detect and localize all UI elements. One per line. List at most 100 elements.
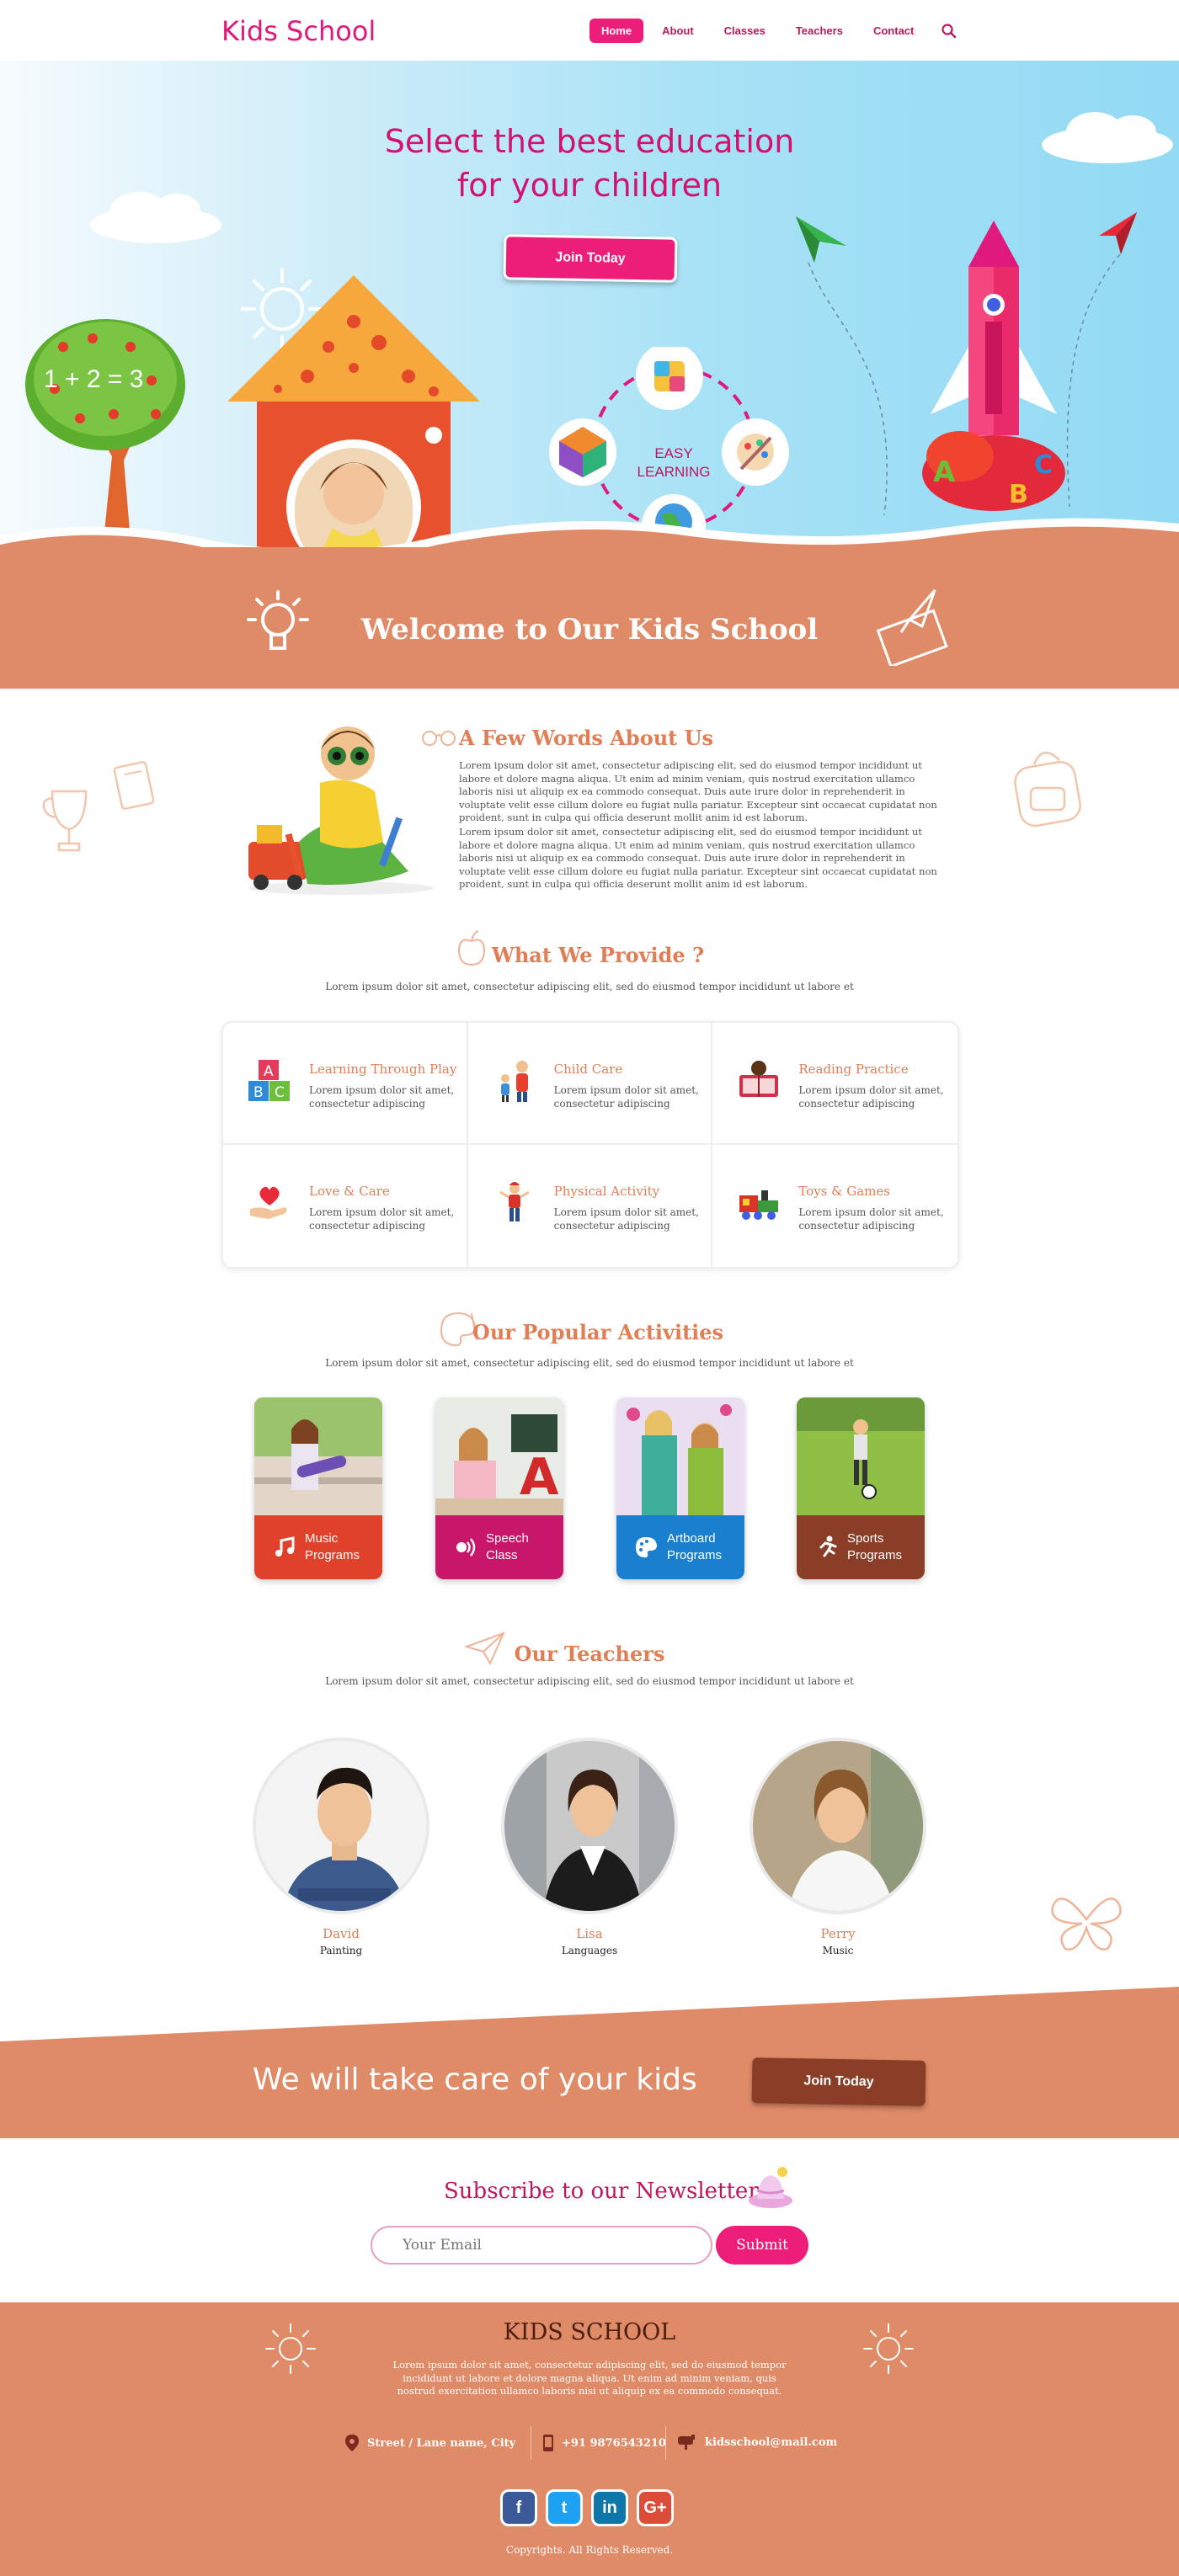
service-title: Love & Care: [309, 1184, 390, 1199]
running-icon: [819, 1535, 837, 1557]
facebook-icon[interactable]: f: [500, 2489, 537, 2526]
easy-line-1: EASY: [654, 445, 693, 461]
teacher-name: Perry: [820, 1926, 856, 1941]
about-paragraph-1: Lorem ipsum dolor sit amet, consectetur …: [459, 759, 937, 823]
tree-math-text: 1 + 2 = 3: [44, 365, 144, 393]
teacher-card[interactable]: David Painting: [253, 1738, 429, 1956]
svg-text:B: B: [253, 1084, 264, 1101]
footer-address: Street / Lane name, City: [345, 2435, 515, 2451]
notebook-icon: [113, 761, 155, 810]
nav-teachers[interactable]: Teachers: [784, 19, 855, 43]
provide-title: What We Provide ?: [491, 943, 705, 967]
email-input[interactable]: [371, 2226, 712, 2265]
svg-text:A: A: [520, 1448, 559, 1507]
activity-card[interactable]: Music Programs: [254, 1397, 382, 1579]
nav-home[interactable]: Home: [590, 19, 644, 43]
paper-plane-icon: [796, 216, 846, 263]
divider: [665, 2426, 666, 2460]
activity-label: Artboard Programs: [667, 1530, 739, 1564]
google-plus-icon[interactable]: G+: [637, 2489, 674, 2526]
hero-title-line-1: Select the best education: [384, 123, 795, 160]
activity-label: Speech Class: [486, 1530, 558, 1564]
activity-label-line-2: Programs: [847, 1548, 903, 1562]
nav-contact[interactable]: Contact: [862, 19, 926, 43]
butterfly-icon: [1051, 1897, 1122, 1951]
service-title: Child Care: [553, 1062, 623, 1077]
svg-text:C: C: [275, 1084, 285, 1101]
abc-blocks-icon: AB C: [248, 1060, 290, 1101]
search-icon[interactable]: [941, 23, 958, 40]
copyright: Copyrights. All Rights Reserved.: [505, 2544, 674, 2556]
activity-label-line-2: Programs: [305, 1548, 360, 1562]
activities-subtitle: Lorem ipsum dolor sit amet, consectetur …: [325, 1357, 854, 1369]
dashed-trail: [808, 263, 888, 515]
teacher-name: David: [323, 1926, 360, 1941]
hero-join-button[interactable]: Join Today: [503, 234, 678, 283]
child-exercise-icon: [499, 1182, 530, 1221]
teacher-photo: [750, 1738, 926, 1914]
service-desc: Lorem ipsum dolor sit amet, consectetur …: [309, 1084, 455, 1110]
subscribe-button[interactable]: Submit: [716, 2226, 808, 2265]
easy-learning-label: EASY LEARNING: [606, 444, 741, 482]
nav-classes[interactable]: Classes: [712, 19, 777, 43]
location-pin-icon: [345, 2435, 359, 2451]
activity-label-line-1: Artboard: [667, 1531, 716, 1546]
address-text: Street / Lane name, City: [367, 2436, 516, 2450]
nav-about[interactable]: About: [650, 19, 706, 43]
glasses-icon: [422, 731, 456, 746]
phone-icon: [543, 2435, 553, 2451]
teachers-subtitle: Lorem ipsum dolor sit amet, consectetur …: [325, 1675, 854, 1687]
artboard-photo: [616, 1397, 744, 1515]
svg-text:A: A: [264, 1063, 274, 1080]
teacher-card[interactable]: Lisa Languages: [501, 1738, 678, 1956]
hero-banner: 1 + 2 = 3 Join Today Select the best edu…: [0, 61, 1179, 557]
activity-card[interactable]: Sports Programs: [797, 1397, 925, 1579]
footer-phone[interactable]: +91 9876543210: [543, 2435, 666, 2451]
service-desc: Lorem ipsum dolor sit amet, consectetur …: [553, 1206, 699, 1232]
provide-subtitle: Lorem ipsum dolor sit amet, consectetur …: [325, 981, 854, 993]
service-card[interactable]: ABC Learning Through Play Lorem ipsum do…: [223, 1023, 468, 1145]
speech-icon: [456, 1538, 476, 1557]
activity-card[interactable]: A Speech Class: [435, 1397, 563, 1579]
activity-label-line-2: Class: [486, 1548, 518, 1562]
service-card[interactable]: Toys & Games Lorem ipsum dolor sit amet,…: [712, 1145, 958, 1267]
welcome-heading: Welcome to Our Kids School: [360, 613, 819, 647]
service-card[interactable]: Physical Activity Lorem ipsum dolor sit …: [468, 1145, 713, 1267]
twitter-icon[interactable]: t: [546, 2489, 583, 2526]
service-card[interactable]: Reading Practice Lorem ipsum dolor sit a…: [712, 1023, 958, 1145]
service-card[interactable]: Child Care Lorem ipsum dolor sit amet, c…: [467, 1023, 713, 1145]
activity-label: Music Programs: [305, 1530, 377, 1564]
teacher-photo: [253, 1738, 429, 1914]
service-desc: Lorem ipsum dolor sit amet, consectetur …: [309, 1206, 455, 1232]
sun-outline-icon: [265, 2323, 316, 2374]
teacher-subject: Painting: [319, 1945, 363, 1956]
book-rocket-icon: [876, 589, 948, 666]
services-grid: ABC Learning Through Play Lorem ipsum do…: [221, 1021, 959, 1269]
activity-label-line-2: Programs: [667, 1548, 723, 1562]
email-text: kidsschool@mail.com: [705, 2435, 838, 2449]
activity-label: Sports Programs: [847, 1530, 920, 1564]
site-logo[interactable]: Kids School: [221, 15, 376, 47]
hat-icon: [749, 2167, 792, 2208]
care-text: We will take care of your kids: [253, 2062, 697, 2097]
care-join-button[interactable]: Join Today: [751, 2057, 926, 2106]
footer-description: Lorem ipsum dolor sit amet, consectetur …: [392, 2359, 787, 2397]
service-card[interactable]: Love & Care Lorem ipsum dolor sit amet, …: [223, 1145, 468, 1267]
about-title: A Few Words About Us: [459, 726, 714, 750]
trophy-icon: [42, 790, 88, 852]
teacher-subject: Languages: [561, 1945, 618, 1956]
service-title: Physical Activity: [553, 1184, 660, 1199]
reading-icon: [739, 1061, 779, 1097]
activity-card[interactable]: Artboard Programs: [616, 1397, 744, 1579]
service-title: Toys & Games: [798, 1184, 890, 1199]
phone-text: +91 9876543210: [562, 2436, 666, 2450]
palette-icon: [636, 1537, 657, 1557]
teacher-card[interactable]: Perry Music: [750, 1738, 926, 1956]
linkedin-icon[interactable]: in: [591, 2489, 628, 2526]
activity-label-line-1: Music: [305, 1531, 339, 1546]
teacher-name: Lisa: [576, 1926, 603, 1941]
music-note-icon: [275, 1536, 295, 1557]
footer-email[interactable]: kidsschool@mail.com: [678, 2435, 837, 2450]
service-title: Learning Through Play: [309, 1062, 457, 1077]
music-photo: [254, 1397, 382, 1515]
